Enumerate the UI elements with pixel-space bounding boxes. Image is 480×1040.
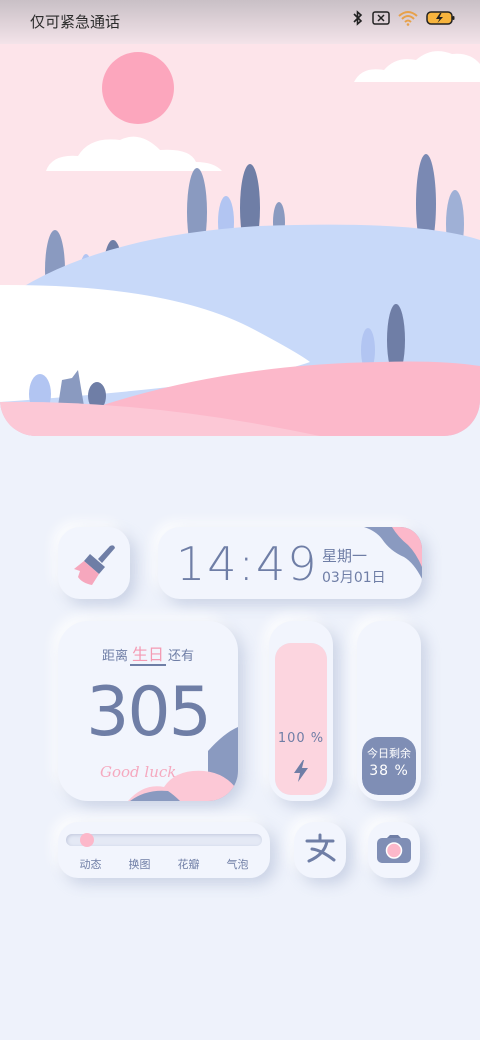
widget-decoration — [128, 727, 238, 801]
weekday-label: 星期一 — [322, 547, 368, 565]
wifi-icon — [398, 11, 418, 26]
landscape-illustration — [0, 44, 480, 436]
effect-option-bubbles[interactable]: 气泡 — [227, 856, 249, 872]
sun — [102, 52, 174, 124]
birthday-suffix: 还有 — [168, 649, 195, 664]
effect-option-dynamic[interactable]: 动态 — [80, 856, 102, 872]
battery-percent: 100 % — [277, 731, 325, 746]
clock-time: 14:49 — [176, 537, 319, 591]
status-icons — [352, 10, 456, 26]
birthday-countdown-widget[interactable]: 距离 生日 还有 305 Good luck — [58, 621, 238, 801]
lightning-icon — [294, 760, 308, 782]
carrier-text: 仅可紧急通话 — [30, 13, 121, 31]
clock-widget[interactable]: 14:49 星期一 03月01日 — [158, 527, 422, 599]
effect-slider-widget[interactable]: 动态 换图 花瓣 气泡 — [58, 822, 270, 878]
wallpaper-scene — [0, 44, 480, 436]
effect-options: 动态 换图 花瓣 气泡 — [66, 856, 262, 872]
birthday-prefix: 距离 — [101, 649, 128, 664]
camera-icon — [377, 835, 411, 863]
camera-shortcut[interactable] — [368, 822, 420, 878]
birthday-highlight: 生日 — [129, 645, 166, 666]
day-remaining-value: 38 % — [369, 763, 409, 779]
day-remaining-label: 今日剩余 — [367, 747, 411, 760]
effect-option-petals[interactable]: 花瓣 — [178, 856, 200, 872]
cleaner-icon — [74, 545, 115, 585]
alipay-icon — [305, 833, 336, 863]
effect-slider-track[interactable] — [66, 834, 262, 846]
birthday-heading: 距离 生日 还有 — [58, 641, 238, 666]
status-bar: 仅可紧急通话 — [0, 0, 480, 44]
bluetooth-icon — [353, 10, 363, 26]
day-remaining-widget[interactable]: 今日剩余 38 % — [357, 621, 421, 801]
cleaner-shortcut[interactable] — [58, 527, 130, 599]
date-label: 03月01日 — [322, 570, 386, 586]
effect-option-change-image[interactable]: 换图 — [129, 856, 151, 872]
battery-charging-icon — [426, 11, 455, 25]
effect-slider-thumb[interactable] — [80, 833, 94, 847]
alipay-shortcut[interactable] — [294, 822, 346, 878]
no-sim-icon — [372, 11, 390, 25]
battery-widget[interactable]: 100 % — [269, 621, 333, 801]
